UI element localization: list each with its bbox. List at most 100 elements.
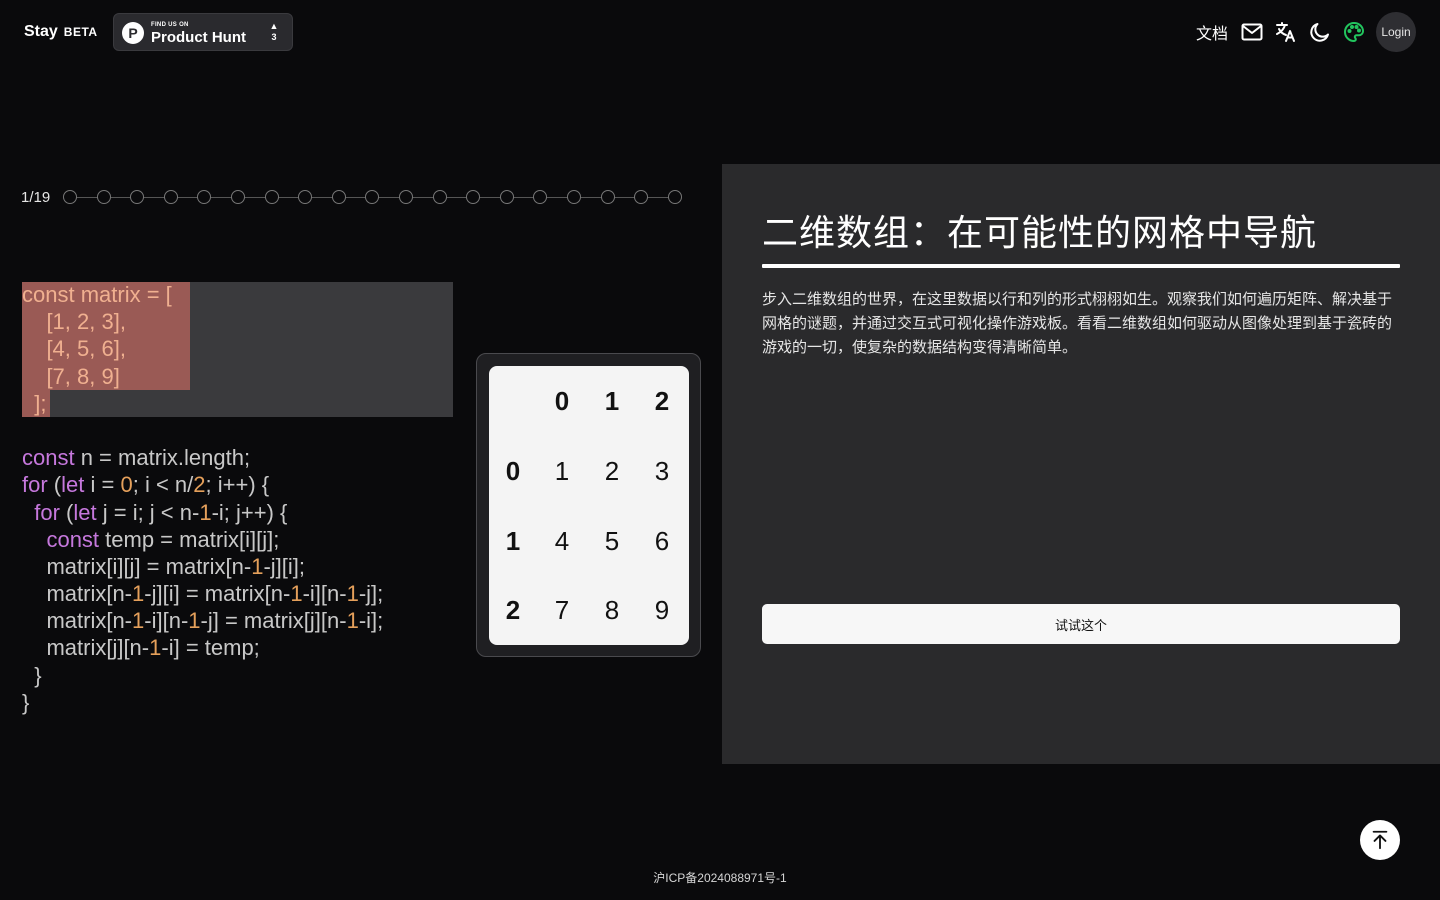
code-token: i = bbox=[84, 472, 121, 498]
step-dots bbox=[63, 190, 682, 204]
vote-count: 3 bbox=[271, 32, 277, 42]
matrix-row-header: 0 bbox=[505, 455, 521, 486]
code-token: -j][i] = matrix[n- bbox=[144, 581, 291, 607]
title-divider bbox=[762, 264, 1400, 268]
code-line: const temp = matrix[i][j]; bbox=[22, 526, 383, 553]
code-token: ( bbox=[47, 472, 62, 498]
code-token: for bbox=[22, 472, 48, 498]
code-token: ( bbox=[59, 499, 74, 525]
matrix-visualization: 0 1 2 0 1 2 3 1 4 5 6 2 7 8 9 bbox=[476, 353, 701, 657]
code-token: 1 bbox=[149, 635, 162, 661]
step-dot[interactable] bbox=[634, 190, 649, 204]
matrix-col-header: 1 bbox=[604, 385, 620, 416]
code-token: ; i < n/ bbox=[132, 472, 194, 498]
translate-icon[interactable] bbox=[1274, 20, 1298, 44]
step-dot[interactable] bbox=[264, 190, 279, 204]
code-token: 0 bbox=[120, 472, 133, 498]
matrix-row-header: 1 bbox=[505, 525, 521, 556]
upvote-icon: ▲ bbox=[269, 21, 279, 31]
code-token: [7, 8, 9] bbox=[22, 363, 120, 389]
code-token: -j][i]; bbox=[263, 553, 306, 579]
product-hunt-find-label: FIND US ON bbox=[151, 22, 189, 28]
step-dot[interactable] bbox=[365, 190, 380, 204]
code-token: [4, 5, 6], bbox=[22, 336, 126, 362]
code-token: matrix[j][n- bbox=[22, 635, 150, 661]
product-hunt-votes: ▲ 3 bbox=[267, 21, 281, 43]
try-this-button[interactable]: 试试这个 bbox=[762, 604, 1400, 644]
code-token: 1 bbox=[188, 608, 201, 634]
product-hunt-badge[interactable]: P FIND US ON Product Hunt ▲ 3 bbox=[113, 13, 293, 51]
code-line: } bbox=[22, 662, 383, 689]
step-dot[interactable] bbox=[499, 190, 514, 204]
code-token: } bbox=[22, 689, 30, 715]
code-token: matrix[n- bbox=[22, 581, 133, 607]
matrix-cell: 3 bbox=[654, 455, 670, 486]
footer-icp[interactable]: 沪ICP备2024088971号-1 bbox=[0, 869, 1440, 886]
matrix-grid: 0 1 2 0 1 2 3 1 4 5 6 2 7 8 9 bbox=[489, 366, 689, 645]
step-dot[interactable] bbox=[600, 190, 615, 204]
step-dot[interactable] bbox=[432, 190, 447, 204]
matrix-cell: 8 bbox=[604, 595, 620, 625]
code-token: let bbox=[73, 499, 97, 525]
code-line: matrix[i][j] = matrix[n-1-j][i]; bbox=[22, 553, 383, 580]
lesson-title: 二维数组：在可能性的网格中导航 bbox=[762, 212, 1318, 253]
lesson-info-panel: 二维数组：在可能性的网格中导航 步入二维数组的世界，在这里数据以行和列的形式栩栩… bbox=[722, 164, 1440, 764]
code-line: [1, 2, 3], bbox=[22, 308, 383, 335]
code-token: [1, 2, 3], bbox=[22, 309, 126, 335]
step-dot[interactable] bbox=[533, 190, 548, 204]
step-dot[interactable] bbox=[298, 190, 313, 204]
code-token: } bbox=[22, 662, 42, 688]
docs-link[interactable]: 文档 bbox=[1196, 20, 1228, 44]
code-token: -i][n- bbox=[302, 581, 347, 607]
step-dot[interactable] bbox=[667, 190, 682, 204]
code-token: const bbox=[22, 445, 75, 471]
nav-actions: 文档 Login bbox=[1196, 12, 1416, 52]
code-token: j = i; j < n- bbox=[96, 499, 200, 525]
step-counter: 1/19 bbox=[21, 188, 51, 206]
step-dot[interactable] bbox=[96, 190, 111, 204]
code-token: for bbox=[34, 499, 60, 525]
matrix-col-header: 0 bbox=[554, 385, 570, 416]
code-line: for (let i = 0; i < n/2; i++) { bbox=[22, 471, 383, 498]
code-token: -j]; bbox=[358, 581, 384, 607]
step-dot[interactable] bbox=[130, 190, 145, 204]
code-line: matrix[j][n-1-i] = temp; bbox=[22, 634, 383, 661]
code-line: } bbox=[22, 689, 383, 716]
code-token: matrix[n- bbox=[22, 608, 133, 634]
code-line: [7, 8, 9] bbox=[22, 363, 383, 390]
lesson-description: 步入二维数组的世界，在这里数据以行和列的形式栩栩如生。观察我们如何遍历矩阵、解决… bbox=[762, 291, 1393, 356]
step-dot[interactable] bbox=[466, 190, 481, 204]
moon-icon[interactable] bbox=[1308, 20, 1332, 44]
mail-icon[interactable] bbox=[1240, 20, 1264, 44]
step-dot[interactable] bbox=[566, 190, 581, 204]
back-to-top-button[interactable] bbox=[1360, 820, 1400, 860]
step-dot[interactable] bbox=[331, 190, 346, 204]
step-dot[interactable] bbox=[230, 190, 245, 204]
code-line: const matrix = [ bbox=[22, 281, 383, 308]
matrix-row-header: 2 bbox=[505, 595, 521, 625]
code-token: const matrix = [ bbox=[22, 282, 172, 307]
step-dot[interactable] bbox=[398, 190, 413, 204]
step-dot[interactable] bbox=[63, 190, 77, 204]
matrix-cell: 5 bbox=[604, 525, 620, 556]
code-token: -i]; bbox=[358, 608, 384, 634]
code-line: matrix[n-1-i][n-1-j] = matrix[j][n-1-i]; bbox=[22, 607, 383, 634]
matrix-cell: 9 bbox=[654, 595, 670, 625]
login-button[interactable]: Login bbox=[1376, 12, 1416, 52]
palette-icon[interactable] bbox=[1342, 20, 1366, 44]
code-token: n = matrix.length; bbox=[74, 445, 251, 471]
brand-logo[interactable]: Stay BETA bbox=[24, 23, 98, 41]
code-token: 1 bbox=[132, 608, 145, 634]
code-token: ]; bbox=[22, 390, 47, 416]
matrix-col-header: 2 bbox=[654, 385, 670, 416]
step-dot[interactable] bbox=[197, 190, 212, 204]
code-token: ; i++) { bbox=[205, 472, 270, 498]
top-nav: Stay BETA P FIND US ON Product Hunt ▲ 3 文… bbox=[0, 0, 1440, 64]
matrix-cell: 4 bbox=[554, 525, 570, 556]
beta-badge: BETA bbox=[63, 25, 98, 39]
code-token: 1 bbox=[199, 499, 212, 525]
step-dot[interactable] bbox=[163, 190, 178, 204]
code-token: temp = matrix[i][j]; bbox=[99, 526, 280, 552]
